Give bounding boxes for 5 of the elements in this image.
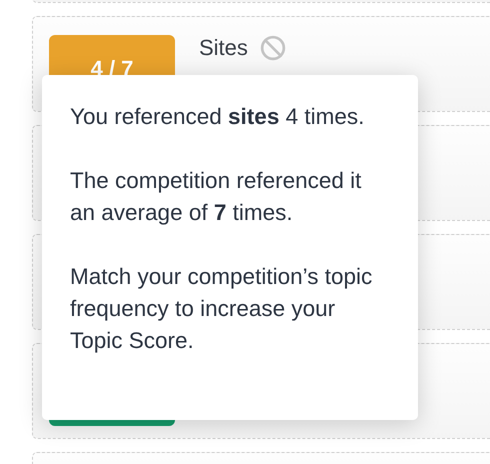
topic-title: Sites	[199, 35, 248, 61]
ban-icon[interactable]	[260, 35, 286, 61]
tooltip-text: Match your competition’s topic frequency to increase your Topic Score.	[70, 263, 374, 355]
tooltip-text: The competition referenced it an average of 7 times.	[70, 167, 362, 227]
tooltip-text: You referenced sites 4 times.	[70, 103, 366, 131]
